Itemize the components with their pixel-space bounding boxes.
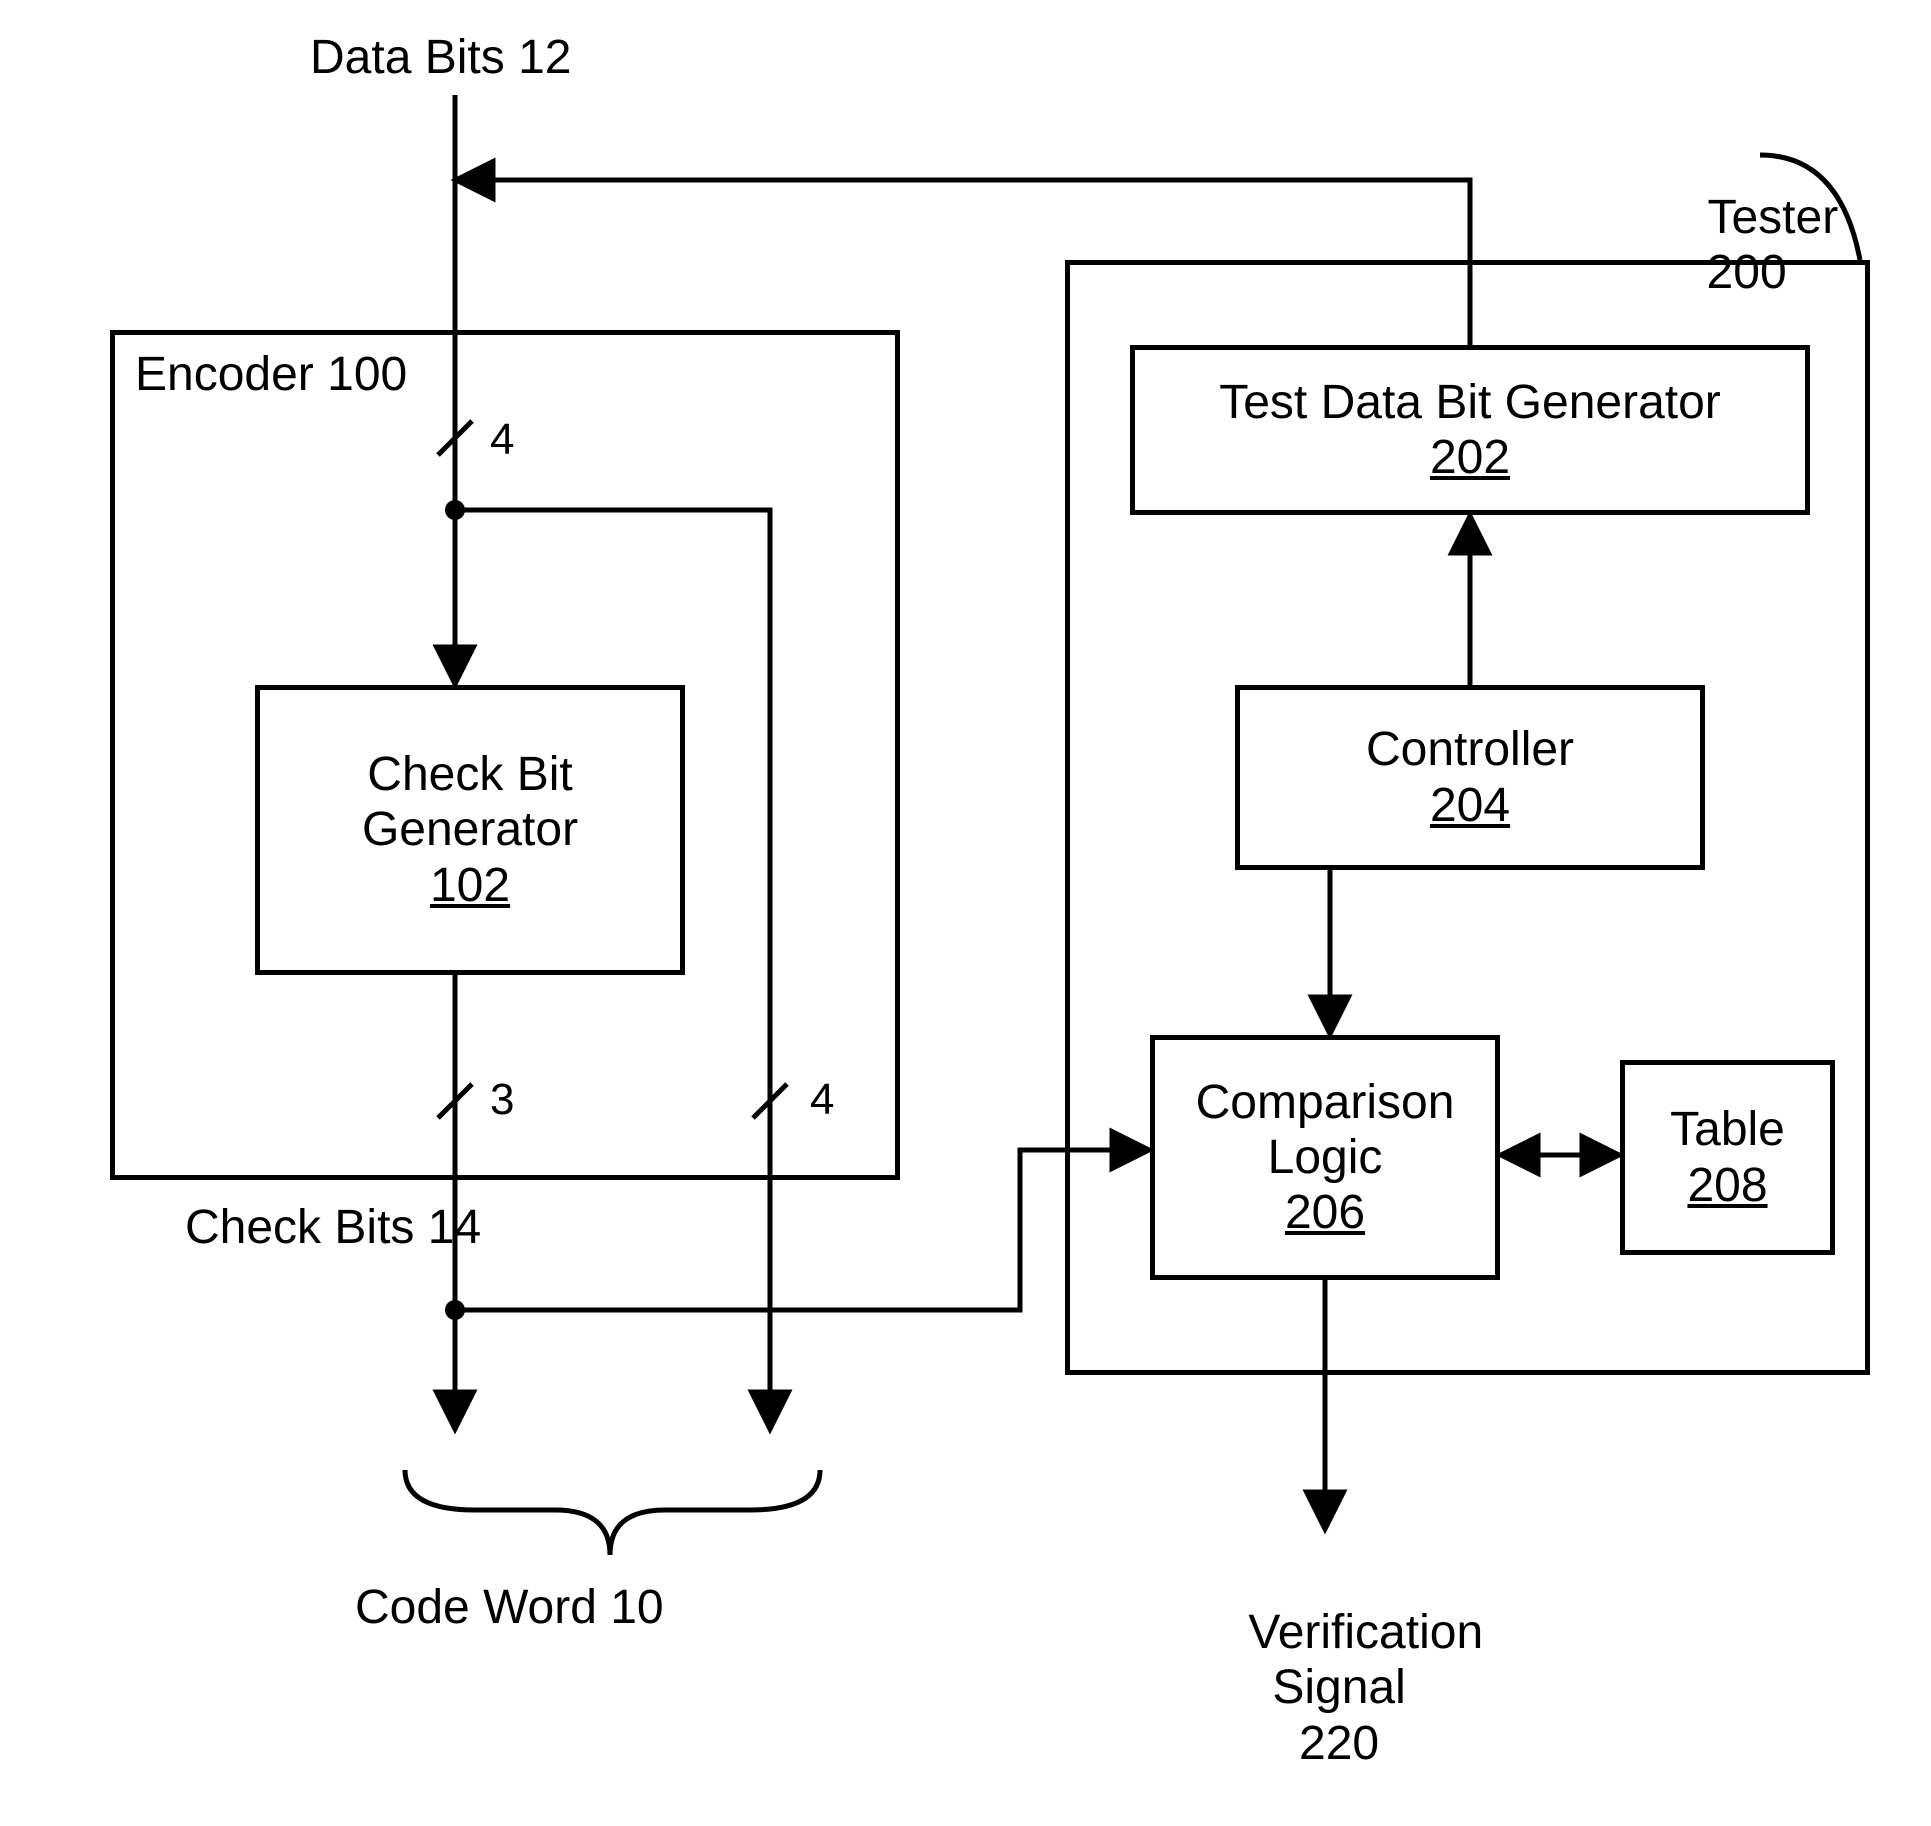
comparison-l2: Logic <box>1268 1130 1383 1185</box>
tester-label: Tester200 <box>1655 135 1838 356</box>
bus-width-check-out: 3 <box>490 1075 514 1126</box>
controller-l1: Controller <box>1366 722 1574 777</box>
table-box: Table 208 <box>1620 1060 1835 1255</box>
bus-width-passthru: 4 <box>810 1075 834 1126</box>
table-l1: Table <box>1670 1102 1785 1157</box>
code-word-label: Code Word 10 <box>355 1580 664 1635</box>
check-bits-label: Check Bits 14 <box>185 1200 481 1255</box>
controller-num: 204 <box>1430 778 1510 833</box>
test-data-gen-l1: Test Data Bit Generator <box>1219 375 1721 430</box>
table-num: 208 <box>1687 1158 1767 1213</box>
comparison-num: 206 <box>1285 1185 1365 1240</box>
diagram-canvas: Encoder 100 Check Bit Generator 102 Test… <box>0 0 1931 1785</box>
check-bit-generator-l2: Generator <box>362 802 578 857</box>
bus-width-in: 4 <box>490 415 514 466</box>
comparison-logic-box: Comparison Logic 206 <box>1150 1035 1500 1280</box>
encoder-title: Encoder 100 <box>135 347 407 402</box>
test-data-bit-generator-box: Test Data Bit Generator 202 <box>1130 345 1810 515</box>
data-bits-label: Data Bits 12 <box>310 30 571 85</box>
controller-box: Controller 204 <box>1235 685 1705 870</box>
test-data-gen-num: 202 <box>1430 430 1510 485</box>
check-bit-generator-num: 102 <box>430 858 510 913</box>
check-bit-generator-box: Check Bit Generator 102 <box>255 685 685 975</box>
check-bit-generator-l1: Check Bit <box>367 747 572 802</box>
comparison-l1: Comparison <box>1196 1075 1455 1130</box>
